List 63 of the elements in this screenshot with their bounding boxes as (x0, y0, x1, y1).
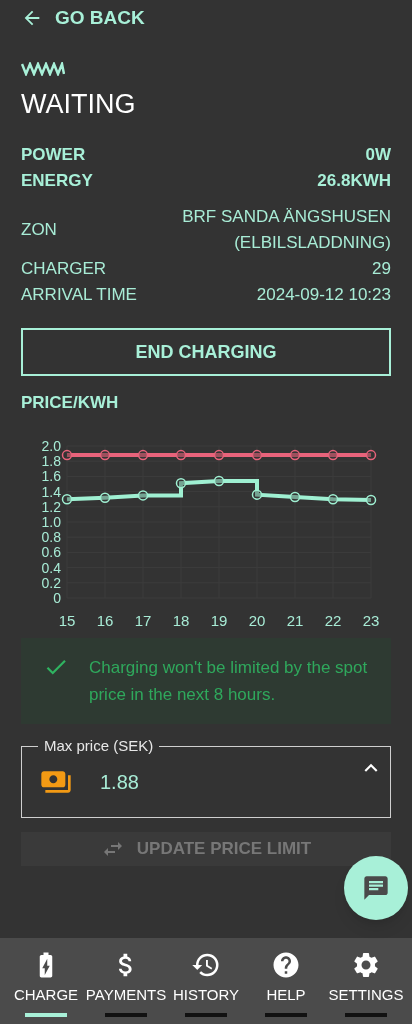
end-charging-button[interactable]: END CHARGING (21, 328, 391, 376)
detail-value: 29 (372, 258, 391, 280)
x-tick-label: 21 (286, 611, 304, 628)
data-point (99, 491, 111, 503)
data-point (365, 449, 377, 460)
data-point (289, 491, 301, 502)
data-point (99, 449, 111, 460)
nav-tab[interactable]: CHARGE (6, 938, 86, 1024)
data-point (175, 477, 187, 488)
data-point (61, 493, 73, 504)
x-tick-label: 23 (362, 611, 380, 628)
y-tick-label: 0.4 (41, 559, 61, 576)
x-tick-label: 15 (58, 611, 76, 628)
nav-tab[interactable]: PAYMENTS (86, 938, 166, 1024)
metric-value: 0W (365, 144, 391, 166)
data-point (61, 449, 73, 460)
data-point (289, 449, 301, 460)
notice-text: Charging won't be limited by the spot price in the next 8 hours. (89, 656, 369, 706)
settings-icon (351, 950, 381, 980)
y-tick-label: 1.2 (41, 498, 61, 515)
chat-icon (362, 874, 390, 902)
wave-icon (21, 62, 65, 76)
nav-tab[interactable]: HISTORY (166, 938, 246, 1024)
metric-label: ENERGY (21, 170, 93, 192)
nav-tab[interactable]: HELP (246, 938, 326, 1024)
detail-label: ARRIVAL TIME (21, 284, 137, 306)
y-tick-label: 0.6 (41, 543, 61, 560)
back-button[interactable]: GO BACK (21, 6, 391, 30)
x-tick-label: 16 (96, 611, 114, 628)
detail-label: ZON (21, 219, 57, 241)
nav-tab[interactable]: SETTINGS (326, 938, 406, 1024)
data-point (365, 494, 377, 505)
y-tick-label: 0 (53, 589, 61, 606)
detail-value: 2024-09-12 10:23 (256, 284, 391, 306)
help-icon (271, 950, 301, 980)
x-tick-label: 18 (172, 611, 190, 628)
metric-label: POWER (21, 144, 86, 166)
status-text: WAITING (21, 88, 137, 121)
y-tick-label: 1.8 (41, 452, 61, 469)
data-point (137, 449, 149, 460)
data-point (251, 449, 263, 460)
data-point (175, 449, 187, 460)
data-point (213, 475, 225, 486)
data-point (137, 489, 149, 501)
metric-value: 26.8KWH (317, 170, 391, 192)
data-point (327, 449, 339, 460)
y-tick-label: 1.0 (41, 513, 61, 530)
detail-label: CHARGER (21, 258, 106, 280)
data-point (251, 488, 263, 500)
data-point (327, 493, 339, 504)
x-tick-label: 22 (324, 611, 342, 628)
detail-value: BRF SANDA ÄNGSHUSEN (ELBILSLADDNING) (181, 206, 391, 254)
y-tick-label: 2.0 (41, 437, 61, 454)
x-tick-label: 20 (248, 611, 266, 628)
y-tick-label: 0.2 (41, 574, 61, 591)
chart-title: PRICE/KWH (21, 392, 120, 414)
y-tick-label: 1.6 (41, 467, 61, 484)
x-tick-label: 17 (134, 611, 152, 628)
x-tick-label: 19 (210, 611, 228, 628)
y-tick-label: 0.8 (41, 528, 61, 545)
y-tick-label: 1.4 (41, 483, 61, 500)
data-point (213, 449, 225, 460)
field-value: 1.88 (100, 769, 139, 795)
